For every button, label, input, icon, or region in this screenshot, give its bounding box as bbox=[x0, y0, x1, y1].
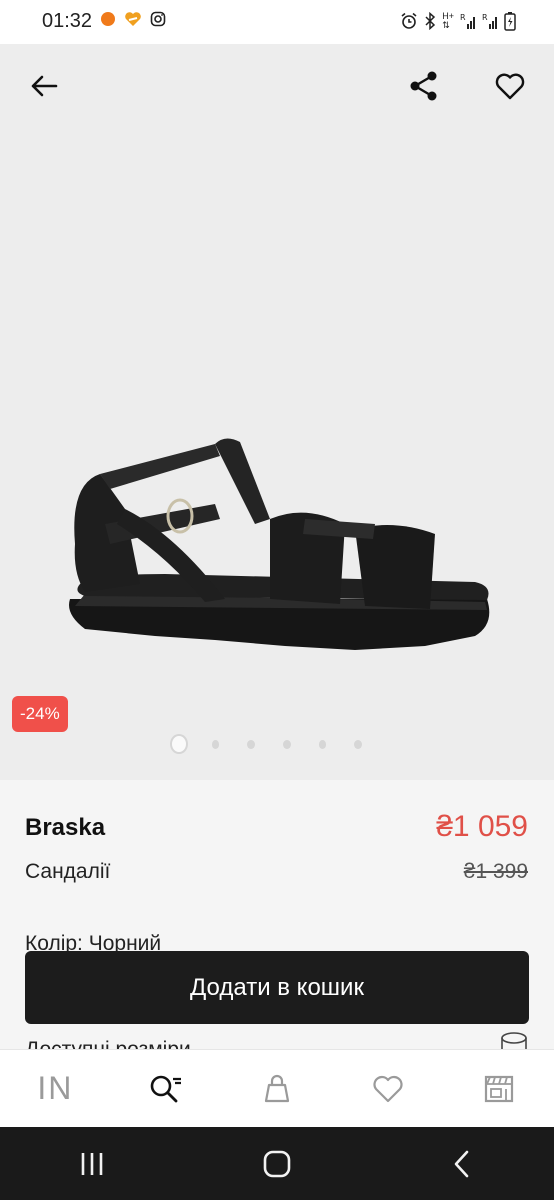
signal-r-icon: R bbox=[482, 13, 497, 29]
discount-badge: -24% bbox=[12, 696, 68, 732]
product-image-sandal bbox=[69, 438, 490, 650]
nav-cart[interactable] bbox=[222, 1050, 333, 1127]
share-icon bbox=[410, 71, 437, 101]
chevron-left-icon bbox=[454, 1150, 468, 1177]
nav-search[interactable] bbox=[111, 1050, 222, 1127]
notification-dot-icon bbox=[101, 12, 115, 26]
carousel-dot[interactable] bbox=[247, 739, 255, 749]
add-to-cart-button[interactable]: Додати в кошик bbox=[25, 951, 529, 1024]
home-button[interactable] bbox=[185, 1127, 370, 1200]
recent-apps-icon bbox=[82, 1152, 103, 1175]
signal-r-icon: R bbox=[460, 13, 475, 29]
favorite-button[interactable] bbox=[490, 66, 530, 106]
app-heart-icon bbox=[125, 12, 141, 26]
recent-apps-button[interactable] bbox=[0, 1127, 185, 1200]
status-right-icons: H+ ⇅ R R bbox=[400, 11, 516, 31]
system-back-button[interactable] bbox=[369, 1127, 554, 1200]
system-nav-bar bbox=[0, 1127, 554, 1200]
alarm-icon bbox=[401, 12, 417, 29]
instagram-icon bbox=[150, 11, 166, 27]
battery-charging-icon bbox=[504, 12, 516, 31]
nav-home[interactable]: IN bbox=[0, 1050, 111, 1127]
status-left-icons bbox=[100, 11, 166, 27]
current-price: ₴1 059 bbox=[436, 810, 528, 843]
carousel-dot[interactable] bbox=[318, 739, 327, 749]
carousel-dot[interactable] bbox=[211, 739, 220, 749]
shopping-bag-icon bbox=[264, 1074, 290, 1102]
status-bar: 01:32 H+ ⇅ R R bbox=[0, 0, 554, 44]
brand-name[interactable]: Braska bbox=[25, 814, 105, 842]
carousel-dot[interactable] bbox=[354, 739, 362, 749]
carousel-indicator bbox=[170, 732, 390, 756]
arrow-left-icon bbox=[31, 75, 58, 97]
heart-outline-icon bbox=[495, 73, 525, 100]
nav-catalog[interactable] bbox=[443, 1050, 554, 1127]
back-button[interactable] bbox=[24, 66, 64, 106]
product-type: Сандалії bbox=[25, 860, 111, 883]
signal-h-plus-label: H+ bbox=[442, 11, 454, 21]
product-image-gallery[interactable]: -24% bbox=[0, 44, 554, 780]
share-button[interactable] bbox=[404, 66, 444, 106]
carousel-dot[interactable] bbox=[282, 739, 291, 749]
bluetooth-icon bbox=[425, 12, 436, 30]
status-time: 01:32 bbox=[42, 10, 93, 32]
nav-favorites[interactable] bbox=[332, 1050, 443, 1127]
search-icon bbox=[150, 1075, 182, 1102]
signal-r-label: R bbox=[482, 13, 488, 22]
carousel-dot-active[interactable] bbox=[170, 734, 188, 754]
signal-h-plus-icon: H+ ⇅ bbox=[442, 11, 454, 30]
signal-r-label: R bbox=[460, 13, 466, 22]
heart-icon bbox=[373, 1075, 403, 1102]
home-icon bbox=[263, 1150, 291, 1177]
old-price: ₴1 399 bbox=[463, 860, 528, 883]
brand-logo-in: IN bbox=[37, 1070, 74, 1106]
store-icon bbox=[484, 1075, 513, 1102]
bottom-nav: IN bbox=[0, 1049, 554, 1127]
